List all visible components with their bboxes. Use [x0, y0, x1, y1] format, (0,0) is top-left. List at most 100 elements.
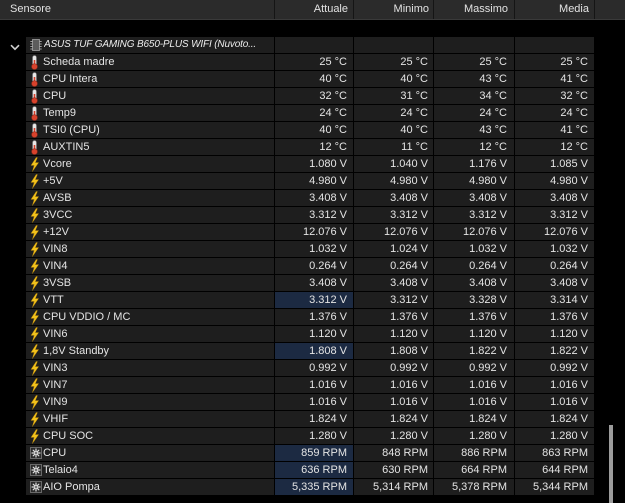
sensor-row[interactable]: 3VCC 3.312 V 3.312 V 3.312 V 3.312 V	[0, 207, 594, 224]
lightning-bolt-icon	[30, 361, 42, 376]
sensor-row[interactable]: 3VSB 3.408 V 3.408 V 3.408 V 3.408 V	[0, 275, 594, 292]
current-value: 1.080 V	[275, 156, 353, 172]
sensor-row[interactable]: Telaio4 636 RPM 630 RPM 664 RPM 644 RPM	[0, 462, 594, 479]
sensor-row[interactable]: +12V 12.076 V 12.076 V 12.076 V 12.076 V	[0, 224, 594, 241]
current-value: 32 °C	[275, 88, 353, 104]
sensor-row[interactable]: +5V 4.980 V 4.980 V 4.980 V 4.980 V	[0, 173, 594, 190]
sensor-row[interactable]: CPU 32 °C 31 °C 34 °C 32 °C	[0, 88, 594, 105]
sensor-name-cell: +12V	[26, 224, 274, 240]
sensor-row[interactable]: Scheda madre 25 °C 25 °C 25 °C 25 °C	[0, 54, 594, 71]
current-value: 0.992 V	[275, 360, 353, 376]
thermometer-icon	[30, 55, 42, 70]
sensor-row[interactable]: CPU Intera 40 °C 40 °C 43 °C 41 °C	[0, 71, 594, 88]
current-value: 40 °C	[275, 122, 353, 138]
current-value: 3.408 V	[275, 190, 353, 206]
lightning-bolt-icon	[30, 310, 42, 325]
column-header-min[interactable]: Minimo	[354, 0, 434, 19]
sensor-label: VTT	[43, 294, 64, 306]
sensor-name-cell: AVSB	[26, 190, 274, 206]
sensor-group-name: ASUS TUF GAMING B650-PLUS WIFI (Nuvoto..…	[44, 39, 257, 50]
min-value: 24 °C	[354, 105, 433, 121]
current-value: 3.312 V	[275, 292, 353, 308]
sensor-row[interactable]: 1,8V Standby 1.808 V 1.808 V 1.822 V 1.8…	[0, 343, 594, 360]
sensor-row[interactable]: AIO Pompa 5,335 RPM 5,314 RPM 5,378 RPM …	[0, 479, 594, 496]
min-value: 3.408 V	[354, 275, 433, 291]
max-value: 1.376 V	[434, 309, 514, 325]
current-value: 859 RPM	[275, 445, 353, 461]
sensor-row[interactable]: Vcore 1.080 V 1.040 V 1.176 V 1.085 V	[0, 156, 594, 173]
sensor-name-cell: VHIF	[26, 411, 274, 427]
column-header-max[interactable]: Massimo	[434, 0, 515, 19]
sensor-label: VIN7	[43, 379, 68, 391]
avg-value: 24 °C	[515, 105, 594, 121]
min-value: 3.312 V	[354, 207, 433, 223]
max-value: 1.016 V	[434, 377, 514, 393]
min-value: 630 RPM	[354, 462, 433, 478]
current-value: 1.376 V	[275, 309, 353, 325]
lightning-bolt-icon	[30, 327, 42, 342]
sensor-row[interactable]: TSI0 (CPU) 40 °C 40 °C 43 °C 41 °C	[0, 122, 594, 139]
sensor-list: Scheda madre 25 °C 25 °C 25 °C 25 °C CPU…	[0, 54, 594, 496]
column-header-avg[interactable]: Media	[515, 0, 595, 19]
sensor-group-row[interactable]: ASUS TUF GAMING B650-PLUS WIFI (Nuvoto..…	[0, 37, 594, 54]
sensor-name-cell: 3VSB	[26, 275, 274, 291]
column-header-current[interactable]: Attuale	[275, 0, 354, 19]
sensor-row[interactable]: VIN6 1.120 V 1.120 V 1.120 V 1.120 V	[0, 326, 594, 343]
sensor-row[interactable]: VIN4 0.264 V 0.264 V 0.264 V 0.264 V	[0, 258, 594, 275]
vertical-scrollbar[interactable]	[594, 20, 625, 503]
avg-value: 1.120 V	[515, 326, 594, 342]
sensor-row[interactable]: AVSB 3.408 V 3.408 V 3.408 V 3.408 V	[0, 190, 594, 207]
max-value: 0.992 V	[434, 360, 514, 376]
sensor-row[interactable]: VIN3 0.992 V 0.992 V 0.992 V 0.992 V	[0, 360, 594, 377]
sensor-name-cell: Temp9	[26, 105, 274, 121]
sensor-row[interactable]: VTT 3.312 V 3.312 V 3.328 V 3.314 V	[0, 292, 594, 309]
sensor-name-cell: VIN8	[26, 241, 274, 257]
sensor-name-cell: Scheda madre	[26, 54, 274, 70]
lightning-bolt-icon	[30, 157, 42, 172]
sensor-label: CPU SOC	[43, 430, 94, 442]
sensor-row[interactable]: AUXTIN5 12 °C 11 °C 12 °C 12 °C	[0, 139, 594, 156]
max-value: 1.176 V	[434, 156, 514, 172]
chevron-down-icon[interactable]	[10, 42, 20, 51]
sensor-row[interactable]: CPU 859 RPM 848 RPM 886 RPM 863 RPM	[0, 445, 594, 462]
sensor-label: CPU Intera	[43, 73, 98, 85]
avg-value: 41 °C	[515, 122, 594, 138]
sensor-row[interactable]: Temp9 24 °C 24 °C 24 °C 24 °C	[0, 105, 594, 122]
sensor-row[interactable]: CPU VDDIO / MC 1.376 V 1.376 V 1.376 V 1…	[0, 309, 594, 326]
lightning-bolt-icon	[30, 276, 42, 291]
min-value: 1.280 V	[354, 428, 433, 444]
min-value: 3.408 V	[354, 190, 433, 206]
min-value: 1.120 V	[354, 326, 433, 342]
current-value: 3.312 V	[275, 207, 353, 223]
chip-icon	[30, 38, 42, 53]
sensor-name-cell: CPU	[26, 445, 274, 461]
group-avg-cell	[515, 37, 594, 53]
sensor-row[interactable]: VIN8 1.032 V 1.024 V 1.032 V 1.032 V	[0, 241, 594, 258]
max-value: 664 RPM	[434, 462, 514, 478]
avg-value: 32 °C	[515, 88, 594, 104]
sensor-name-cell: AIO Pompa	[26, 479, 274, 495]
avg-value: 0.992 V	[515, 360, 594, 376]
min-value: 848 RPM	[354, 445, 433, 461]
min-value: 1.016 V	[354, 394, 433, 410]
max-value: 1.120 V	[434, 326, 514, 342]
fan-icon	[30, 463, 42, 478]
scrollbar-thumb[interactable]	[609, 425, 613, 503]
sensor-group-cell: ASUS TUF GAMING B650-PLUS WIFI (Nuvoto..…	[26, 37, 274, 53]
sensor-label: Telaio4	[43, 464, 78, 476]
sensor-name-cell: CPU VDDIO / MC	[26, 309, 274, 325]
sensor-name-cell: CPU	[26, 88, 274, 104]
column-header-sensor[interactable]: Sensore	[0, 0, 275, 19]
current-value: 1.280 V	[275, 428, 353, 444]
max-value: 0.264 V	[434, 258, 514, 274]
sensor-row[interactable]: VHIF 1.824 V 1.824 V 1.824 V 1.824 V	[0, 411, 594, 428]
sensor-row[interactable]: VIN9 1.016 V 1.016 V 1.016 V 1.016 V	[0, 394, 594, 411]
lightning-bolt-icon	[30, 191, 42, 206]
sensor-label: VIN6	[43, 328, 68, 340]
sensor-label: VIN9	[43, 396, 68, 408]
sensor-row[interactable]: VIN7 1.016 V 1.016 V 1.016 V 1.016 V	[0, 377, 594, 394]
current-value: 12 °C	[275, 139, 353, 155]
group-max-cell	[434, 37, 514, 53]
max-value: 25 °C	[434, 54, 514, 70]
sensor-row[interactable]: CPU SOC 1.280 V 1.280 V 1.280 V 1.280 V	[0, 428, 594, 445]
